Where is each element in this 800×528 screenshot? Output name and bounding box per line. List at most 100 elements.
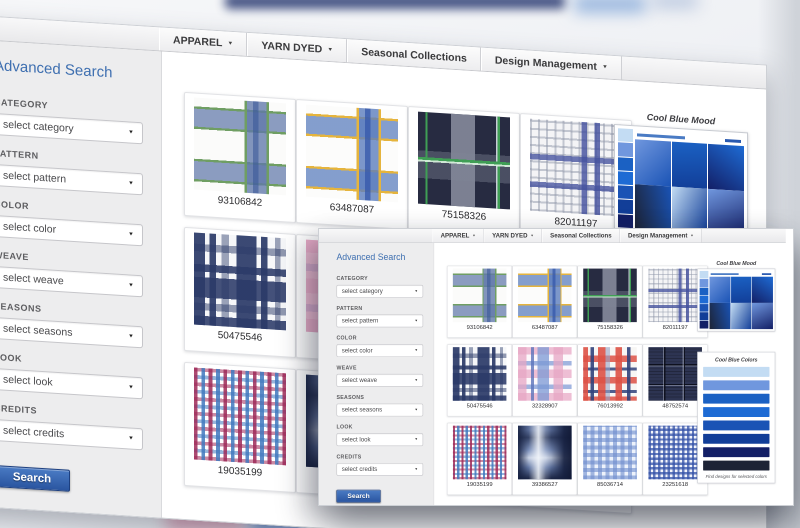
- swatch-id: 50475546: [450, 402, 509, 410]
- photo-tile: [672, 142, 708, 189]
- photo-tile: [672, 187, 708, 234]
- palette-color-bar[interactable]: [703, 367, 769, 377]
- filter-credits: CREDITSselect credits▼: [336, 454, 423, 476]
- chevron-down-icon: ▼: [414, 349, 417, 352]
- search-button[interactable]: Search: [336, 490, 380, 503]
- filter-label: PATTERN: [336, 305, 423, 311]
- category-select[interactable]: select category▼: [0, 113, 143, 144]
- swatch-card[interactable]: 50475546: [447, 344, 512, 416]
- filter-pattern: PATTERN select pattern▼: [336, 305, 423, 327]
- swatch-id: 76013992: [580, 402, 639, 410]
- swatch-id: 48752574: [646, 402, 705, 410]
- swatch-card[interactable]: 39386527: [512, 423, 577, 495]
- palette-color-bar[interactable]: [703, 380, 769, 390]
- color-chip: [700, 296, 709, 304]
- photo-tile: [731, 277, 752, 303]
- swatch-id: 75158326: [580, 324, 639, 332]
- chevron-down-icon: ▼: [690, 234, 693, 237]
- swatch-card[interactable]: 32328907: [512, 344, 577, 416]
- chevron-down-icon: ▼: [414, 319, 417, 322]
- advanced-search-title: Advanced Search: [336, 252, 423, 262]
- swatch-card[interactable]: 93106842: [447, 266, 512, 338]
- swatch-id: 93106842: [450, 324, 509, 332]
- color-chip: [618, 128, 633, 142]
- category-select[interactable]: select category▼: [336, 285, 423, 298]
- mood-photos: [634, 129, 744, 236]
- select-value: select pattern: [3, 170, 66, 186]
- select-value: select credits: [342, 466, 378, 473]
- filter-category: CATEGORYselect category▼: [336, 276, 423, 298]
- advanced-search-title: Advanced Search: [0, 57, 143, 84]
- mood-collage: [618, 128, 744, 236]
- color-chip: [700, 279, 709, 287]
- filter-label: SEASONS: [336, 394, 423, 400]
- swatch-card[interactable]: 19035199: [447, 423, 512, 495]
- swatch-card[interactable]: 93106842: [184, 92, 296, 223]
- select-value: select seasons: [3, 323, 72, 339]
- advanced-search-panel: Advanced Search CATEGORYselect category▼…: [0, 39, 162, 517]
- swatch-card[interactable]: 75158326: [408, 106, 520, 237]
- chevron-down-icon: ▼: [128, 385, 134, 390]
- nav-item-label: YARN DYED: [492, 232, 527, 239]
- nav-item-label: APPAREL: [173, 34, 222, 49]
- look-select[interactable]: select look▼: [336, 433, 423, 446]
- chevron-down-icon: ▼: [414, 468, 417, 471]
- filter-color: COLORselect color▼: [0, 199, 143, 246]
- swatch-card[interactable]: 63487087: [512, 266, 577, 338]
- seasons-select[interactable]: select seasons▼: [0, 317, 143, 348]
- palette-color-bar[interactable]: [703, 434, 769, 444]
- color-chip: [618, 200, 633, 214]
- chevron-down-icon: ▼: [128, 181, 134, 186]
- look-select[interactable]: select look▼: [0, 368, 143, 399]
- nav-item-design-management[interactable]: Design Management▼: [620, 229, 702, 242]
- mood-color-strip: [618, 128, 633, 229]
- palette-color-bar[interactable]: [703, 407, 769, 417]
- search-button[interactable]: Search: [0, 465, 70, 492]
- fabric-thumbnail: [518, 426, 572, 480]
- palette-color-bar[interactable]: [703, 394, 769, 404]
- nav-item-apparel[interactable]: APPAREL▼: [432, 229, 483, 242]
- pattern-select[interactable]: select pattern ▼: [0, 164, 143, 195]
- seasons-select[interactable]: select seasons▼: [336, 404, 423, 417]
- nav-item-seasonal-collections[interactable]: Seasonal Collections: [542, 229, 620, 242]
- swatch-card[interactable]: 63487087: [296, 99, 408, 230]
- palette-color-bar[interactable]: [703, 420, 769, 430]
- fabric-thumbnail: [418, 112, 510, 210]
- chevron-down-icon: ▼: [128, 436, 134, 441]
- filter-weave: WEAVEselect weave▼: [0, 250, 143, 297]
- chevron-down-icon: ▼: [227, 41, 233, 46]
- palette-title: Cool Blue Colors: [703, 357, 769, 363]
- credits-select[interactable]: select credits▼: [0, 419, 143, 450]
- mood-collage: [700, 271, 773, 329]
- palette-color-bar[interactable]: [703, 461, 769, 471]
- mood-board-panel[interactable]: Cool Blue Mood: [697, 260, 775, 331]
- credits-select[interactable]: select credits ▼: [336, 463, 423, 476]
- swatch-card[interactable]: 76013992: [577, 344, 642, 416]
- weave-select[interactable]: select weave▼: [0, 266, 143, 297]
- nav-item-label: Design Management: [495, 54, 597, 72]
- mood-photos: [709, 271, 773, 329]
- color-select[interactable]: select color▼: [336, 344, 423, 357]
- filter-list: CATEGORYselect category▼PATTERNselect pa…: [0, 97, 143, 450]
- color-select[interactable]: select color▼: [0, 215, 143, 246]
- select-value: select weave: [3, 272, 64, 288]
- foreground-window-content: APPAREL▼YARN DYED▼Seasonal CollectionsDe…: [319, 229, 786, 506]
- nav-item-yarn-dyed[interactable]: YARN DYED▼: [484, 229, 542, 242]
- chevron-down-icon: ▼: [128, 130, 134, 135]
- filter-credits: CREDITSselect credits▼: [0, 403, 143, 450]
- select-value: select category: [342, 288, 383, 295]
- swatch-card[interactable]: 85036714: [577, 423, 642, 495]
- select-value: select seasons: [342, 407, 382, 414]
- select-value: select weave: [342, 377, 377, 384]
- palette-color-bar[interactable]: [703, 447, 769, 457]
- swatch-card[interactable]: 75158326: [577, 266, 642, 338]
- photo-tile: [635, 184, 671, 231]
- pattern-select[interactable]: select pattern▼: [336, 315, 423, 328]
- mood-board-panel[interactable]: Cool Blue Mood: [614, 110, 748, 240]
- fabric-thumbnail: [518, 347, 572, 401]
- weave-select[interactable]: select weave▼: [336, 374, 423, 387]
- filter-weave: WEAVEselect weave▼: [336, 365, 423, 387]
- nav-item-label: APPAREL: [441, 232, 470, 239]
- swatch-card[interactable]: 19035199: [184, 362, 296, 493]
- swatch-card[interactable]: 50475546: [184, 227, 296, 358]
